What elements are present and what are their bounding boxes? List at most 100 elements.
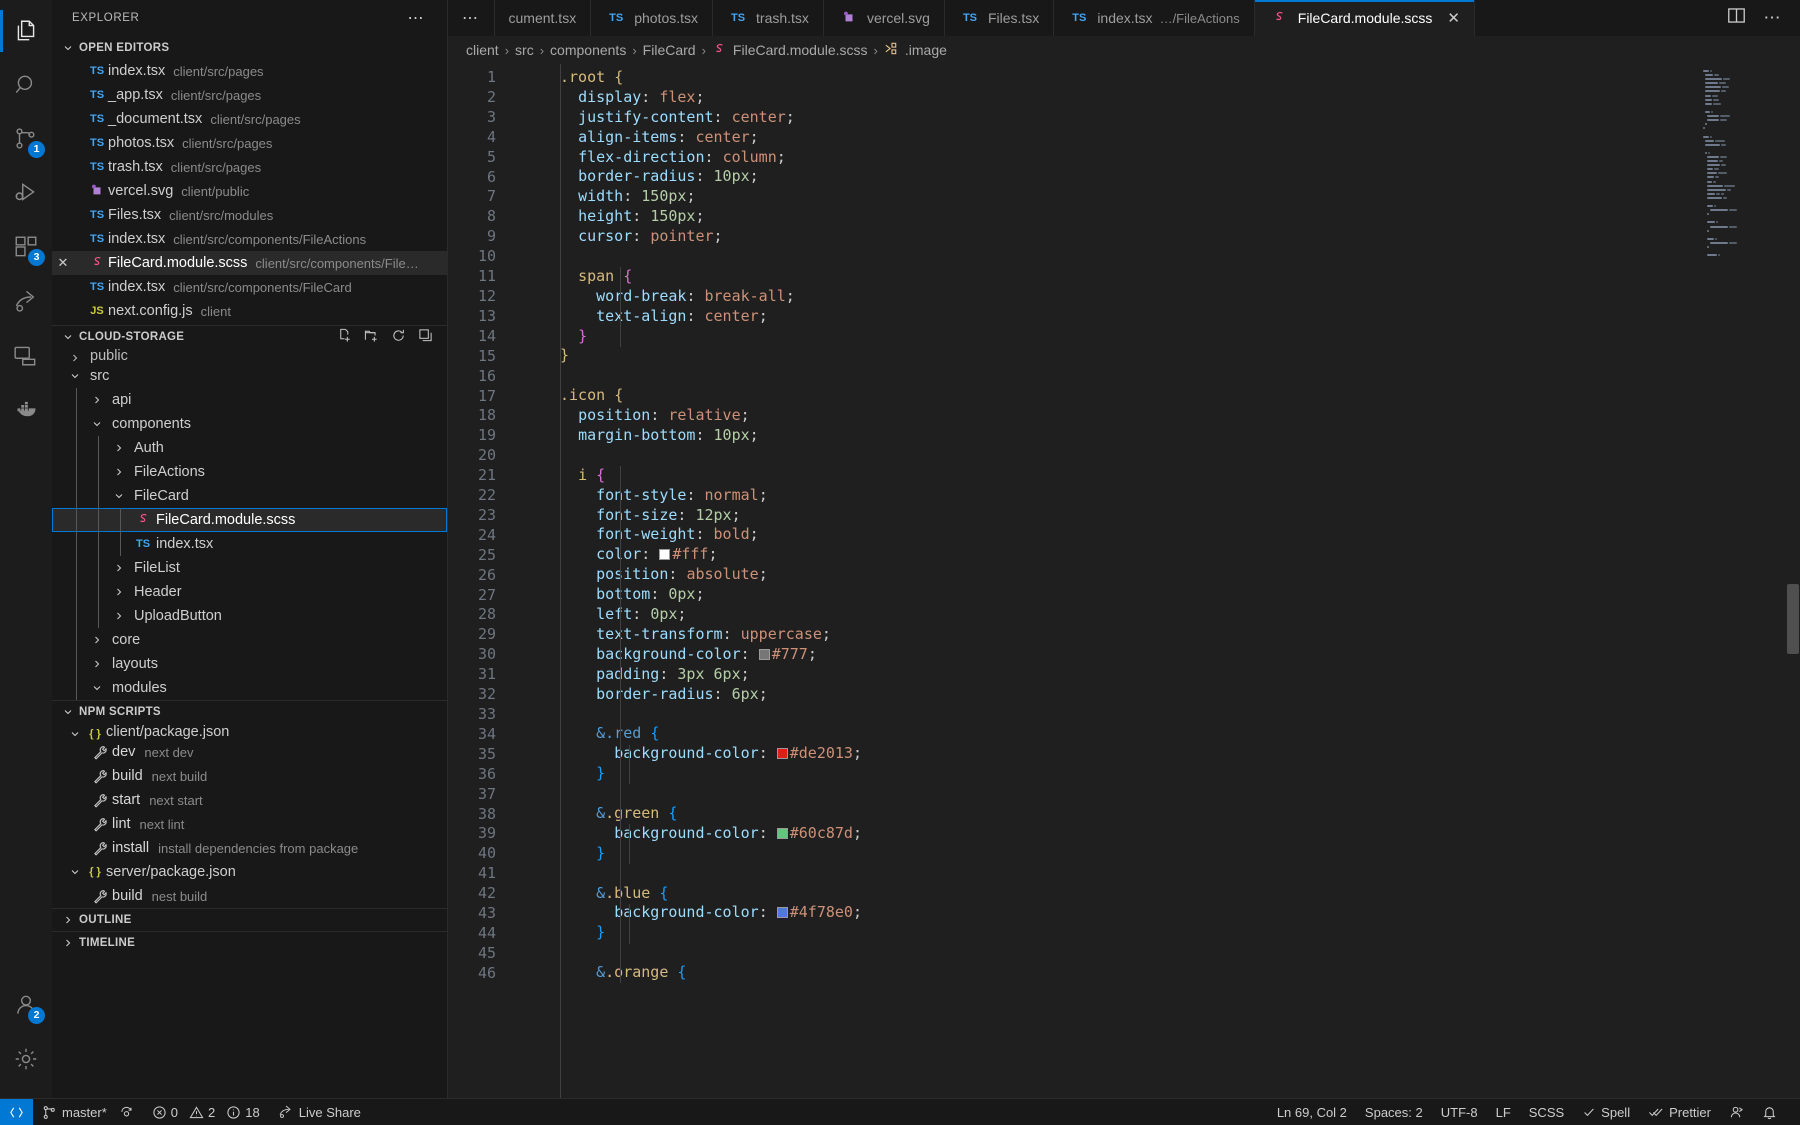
code-line[interactable]: font-weight: bold; [514,525,1800,545]
code-line[interactable]: left: 0px; [514,605,1800,625]
open-editor-item[interactable]: TS trash.tsx client/src/pages [52,155,447,179]
color-swatch[interactable] [776,827,788,839]
code-line[interactable]: flex-direction: column; [514,148,1800,168]
code-line[interactable]: border-radius: 6px; [514,685,1800,705]
status-notifications[interactable] [1753,1099,1786,1125]
open-editor-item[interactable]: TS _app.tsx client/src/pages [52,83,447,107]
code-line[interactable]: text-transform: uppercase; [514,625,1800,645]
code-line[interactable]: margin-bottom: 10px; [514,426,1800,446]
editor-tab[interactable]: FileCard.module.scss ✕ [1254,0,1475,36]
color-swatch[interactable] [776,748,788,760]
new-file-icon[interactable] [337,328,352,346]
activity-item-source-control[interactable]: 1 [0,112,52,166]
section-outline-header[interactable]: OUTLINE [52,908,447,931]
open-editor-item[interactable]: JS next.config.js client [52,299,447,323]
breadcrumb-item[interactable]: .image [884,41,947,59]
activity-item-search[interactable] [0,58,52,112]
tree-folder-item[interactable]: FileCard [52,484,447,508]
tree-folder-item[interactable]: api [52,388,447,412]
code-line[interactable]: background-color: #60c87d; [514,824,1800,844]
open-editor-item[interactable]: TS Files.tsx client/src/modules [52,203,447,227]
editor-tab[interactable]: TS photos.tsx [591,0,714,36]
code-line[interactable] [514,247,1800,267]
open-editor-item[interactable]: ✕ FileCard.module.scss client/src/componen… [52,251,447,275]
activity-item-run-and-debug[interactable] [0,166,52,220]
code-line[interactable]: span { [514,267,1800,287]
status-language-mode[interactable]: SCSS [1520,1099,1573,1125]
npm-script-item[interactable]: build nest build [52,884,447,908]
npm-script-item[interactable]: build next build [52,764,447,788]
npm-script-item[interactable]: lint next lint [52,812,447,836]
tree-file-item[interactable]: TS index.tsx [52,532,447,556]
code-line[interactable]: align-items: center; [514,128,1800,148]
code-line[interactable]: display: flex; [514,88,1800,108]
code-editor[interactable]: 1 2 3 4 5 6 7 8 9 10 11 12 13 14 15 16 17 18 19 20 21 22 23 24 2… [448,64,1800,1098]
code-line[interactable]: position: absolute; [514,565,1800,585]
open-editor-item[interactable]: TS _document.tsx client/src/pages [52,107,447,131]
status-remote-indicator[interactable] [0,1098,33,1125]
code-line[interactable]: cursor: pointer; [514,227,1800,247]
status-indentation[interactable]: Spaces: 2 [1356,1099,1432,1125]
tree-folder-item[interactable]: modules [52,676,447,700]
sidebar-more-actions-icon[interactable]: ⋯ [408,8,438,28]
code-line[interactable]: height: 150px; [514,207,1800,227]
tree-folder-item[interactable]: layouts [52,652,447,676]
tree-folder-item[interactable]: core [52,628,447,652]
status-share[interactable] [1720,1099,1753,1125]
tree-folder-item[interactable]: UploadButton [52,604,447,628]
scrollbar-thumb[interactable] [1787,584,1799,654]
activity-item-manage[interactable] [0,1032,52,1086]
editor-tab[interactable]: TS index.tsx …/FileActions [1054,0,1255,36]
activity-item-accounts[interactable]: 2 [0,978,52,1032]
editor-tab[interactable]: TS trash.tsx [713,0,824,36]
open-editor-item[interactable]: TS index.tsx client/src/components/FileCar… [52,275,447,299]
code-line[interactable] [514,705,1800,725]
close-icon[interactable]: ✕ [52,255,74,271]
status-spell-checker[interactable]: Spell [1573,1099,1639,1125]
breadcrumb-item[interactable]: components [550,42,626,58]
code-line[interactable]: text-align: center; [514,307,1800,327]
tab-close-icon[interactable]: ✕ [1447,9,1460,27]
npm-package-item[interactable]: { } client/package.json [52,723,447,740]
code-line[interactable] [514,943,1800,963]
code-line[interactable]: justify-content: center; [514,108,1800,128]
activity-item-docker[interactable] [0,382,52,436]
status-eol[interactable]: LF [1487,1099,1520,1125]
status-encoding[interactable]: UTF-8 [1432,1099,1487,1125]
npm-script-item[interactable]: install install dependencies from package [52,836,447,860]
split-editor-icon[interactable] [1727,6,1746,30]
code-line[interactable]: font-size: 12px; [514,506,1800,526]
tabs-overflow-icon[interactable]: ⋯ [448,0,495,36]
activity-item-explorer[interactable] [0,4,52,58]
editor-tab[interactable]: vercel.svg [823,0,945,36]
collapse-all-icon[interactable] [418,328,433,346]
code-line[interactable]: width: 150px; [514,187,1800,207]
breadcrumb-item[interactable]: src [515,42,534,58]
sync-icon[interactable] [119,1103,134,1121]
code-line[interactable]: background-color: #de2013; [514,744,1800,764]
npm-script-item[interactable]: dev next dev [52,740,447,764]
status-problems[interactable]: 0 2 18 [143,1099,269,1125]
npm-package-item[interactable]: { } server/package.json [52,860,447,884]
code-line[interactable]: } [514,327,1800,347]
code-line[interactable]: bottom: 0px; [514,585,1800,605]
code-line[interactable]: } [514,844,1800,864]
code-line[interactable]: word-break: break-all; [514,287,1800,307]
code-line[interactable]: &.orange { [514,963,1800,983]
activity-item-extensions[interactable]: 3 [0,220,52,274]
code-line[interactable]: &.red { [514,724,1800,744]
tree-file-item[interactable]: FileCard.module.scss [52,508,447,532]
color-swatch[interactable] [659,549,671,561]
code-line[interactable]: border-radius: 10px; [514,167,1800,187]
section-timeline-header[interactable]: TIMELINE [52,931,447,954]
breadcrumb-item[interactable]: client [466,42,499,58]
tree-folder-item[interactable]: src [52,364,447,388]
more-actions-icon[interactable]: ⋯ [1764,8,1783,28]
code-line[interactable]: i { [514,466,1800,486]
status-prettier[interactable]: Prettier [1639,1099,1720,1125]
code-line[interactable]: } [514,923,1800,943]
code-line[interactable] [514,784,1800,804]
color-swatch[interactable] [758,648,770,660]
tree-folder-item[interactable]: Header [52,580,447,604]
section-open-editors-header[interactable]: OPEN EDITORS [52,36,447,59]
